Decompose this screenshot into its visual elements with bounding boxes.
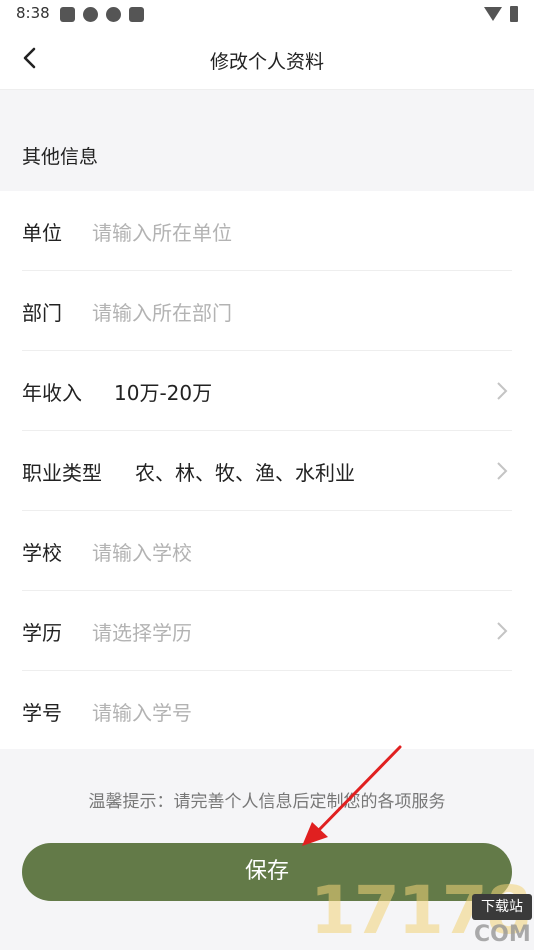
chevron-right-icon bbox=[497, 622, 508, 640]
status-bar: 8:38 bbox=[0, 0, 534, 30]
form-row-input[interactable]: 请输入所在单位 bbox=[92, 217, 232, 246]
app-header: 修改个人资料 bbox=[0, 30, 534, 90]
form-row[interactable]: 职业类型 农、林、牧、渔、水利业 bbox=[0, 431, 534, 511]
spinner-icon bbox=[83, 7, 98, 22]
status-icons bbox=[60, 7, 144, 22]
form-row[interactable]: 年收入 10万-20万 bbox=[0, 351, 534, 431]
watermark-badge: 下载站 bbox=[472, 894, 532, 920]
spinner-icon bbox=[106, 7, 121, 22]
form-row-label: 学号 bbox=[22, 701, 62, 725]
a-icon bbox=[129, 7, 144, 22]
chevron-right-icon bbox=[497, 382, 508, 400]
form-row[interactable]: 学号 请输入学号 bbox=[0, 671, 534, 751]
chevron-right-icon bbox=[497, 462, 508, 480]
form-row[interactable]: 学历 请选择学历 bbox=[0, 591, 534, 671]
tip-text: 温馨提示：请完善个人信息后定制您的各项服务 bbox=[88, 792, 446, 812]
form-row-value[interactable]: 农、林、牧、渔、水利业 bbox=[135, 457, 355, 486]
form-row-label: 年收入 bbox=[22, 381, 82, 405]
section-title: 其他信息 bbox=[22, 146, 99, 168]
watermark-suffix: COM bbox=[474, 922, 531, 947]
annotation-arrow-icon bbox=[302, 745, 402, 846]
mail-icon bbox=[60, 7, 75, 22]
form-row[interactable]: 部门 请输入所在部门 bbox=[0, 271, 534, 351]
form-row-input[interactable]: 请选择学历 bbox=[92, 617, 192, 646]
form-row[interactable]: 单位 请输入所在单位 bbox=[0, 191, 534, 271]
form-row-input[interactable]: 请输入学校 bbox=[92, 537, 192, 566]
page-title: 修改个人资料 bbox=[209, 51, 324, 73]
form-row-input[interactable]: 请输入学号 bbox=[92, 697, 192, 726]
status-time: 8:38 bbox=[16, 4, 50, 22]
form-row-input[interactable]: 请输入所在部门 bbox=[92, 297, 232, 326]
battery-icon bbox=[510, 6, 518, 22]
form-row-label: 学校 bbox=[22, 541, 62, 565]
form-row-label: 学历 bbox=[22, 621, 62, 645]
form-row-label: 部门 bbox=[22, 301, 62, 325]
form-row[interactable]: 学校 请输入学校 bbox=[0, 511, 534, 591]
status-right-icons bbox=[484, 6, 518, 22]
form-row-value[interactable]: 10万-20万 bbox=[114, 377, 212, 406]
wifi-icon bbox=[484, 7, 502, 21]
form-row-label: 职业类型 bbox=[22, 461, 102, 485]
profile-form: 单位 请输入所在单位部门 请输入所在部门年收入 10万-20万职业类型 农、林、牧、渔、… bbox=[0, 191, 534, 749]
form-row-label: 单位 bbox=[22, 221, 62, 245]
